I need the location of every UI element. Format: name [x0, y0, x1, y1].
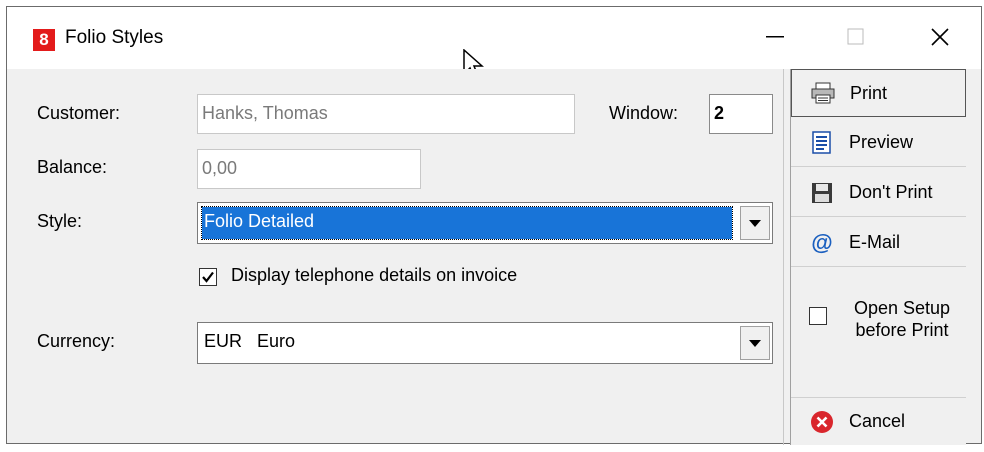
panel-divider	[783, 69, 784, 445]
open-setup-checkbox[interactable]	[809, 307, 827, 325]
email-label: E-Mail	[849, 232, 901, 252]
window-label: Window:	[609, 103, 679, 123]
app-icon: 8	[33, 29, 55, 51]
at-sign-icon: @	[811, 229, 833, 255]
close-button[interactable]	[909, 15, 971, 59]
open-setup-label-line2: before Print	[855, 320, 949, 340]
customer-field[interactable]: Hanks, Thomas	[197, 94, 575, 134]
preview-button[interactable]: Preview	[791, 119, 966, 167]
style-label: Style:	[37, 211, 82, 232]
dialog-body: Customer: Hanks, Thomas Window: 2 Balanc…	[7, 69, 981, 445]
chevron-down-icon	[749, 339, 761, 347]
currency-dropdown-button[interactable]	[740, 326, 770, 360]
chevron-down-icon	[749, 219, 761, 227]
currency-select-value: EUR Euro	[204, 331, 296, 351]
balance-field[interactable]: 0,00	[197, 149, 421, 189]
cancel-label: Cancel	[849, 411, 906, 431]
close-icon	[931, 28, 949, 46]
document-preview-icon	[809, 130, 835, 155]
print-label: Print	[850, 82, 888, 103]
maximize-button[interactable]	[825, 15, 887, 59]
title-bar: 8 Folio Styles	[7, 7, 981, 80]
preview-label: Preview	[849, 132, 914, 152]
currency-label: Currency:	[37, 331, 116, 351]
dont-print-button[interactable]: Don't Print	[791, 169, 966, 217]
style-select-value: Folio Detailed	[201, 206, 733, 240]
window-title: Folio Styles	[65, 27, 164, 48]
minimize-button[interactable]	[745, 15, 807, 59]
cancel-button[interactable]: Cancel	[791, 397, 966, 445]
balance-label: Balance:	[37, 157, 108, 177]
open-setup-label-line1: Open Setup	[853, 298, 951, 318]
floppy-disk-icon	[809, 181, 835, 205]
cancel-icon	[809, 410, 835, 434]
window-field[interactable]: 2	[709, 94, 773, 134]
telephone-checkbox[interactable]	[199, 268, 217, 286]
style-dropdown-button[interactable]	[740, 206, 770, 240]
customer-label: Customer:	[37, 103, 121, 123]
style-select[interactable]: Folio Detailed	[197, 202, 773, 244]
dont-print-label: Don't Print	[849, 182, 933, 202]
checkmark-icon	[202, 271, 214, 283]
currency-select[interactable]: EUR Euro	[197, 322, 773, 364]
action-panel: Print Preview Don't Print @ E-Mail Open …	[790, 69, 967, 445]
style-label-text: Style:	[37, 211, 83, 231]
telephone-checkbox-label: Display telephone details on invoice	[231, 265, 518, 285]
open-setup-label: Open Setup before Print	[837, 297, 967, 341]
printer-icon	[810, 81, 836, 105]
print-button[interactable]: Print	[791, 69, 966, 117]
email-button[interactable]: @ E-Mail	[791, 219, 966, 267]
dialog-window: 8 Folio Styles Customer: Hanks, Thomas W…	[6, 6, 982, 445]
